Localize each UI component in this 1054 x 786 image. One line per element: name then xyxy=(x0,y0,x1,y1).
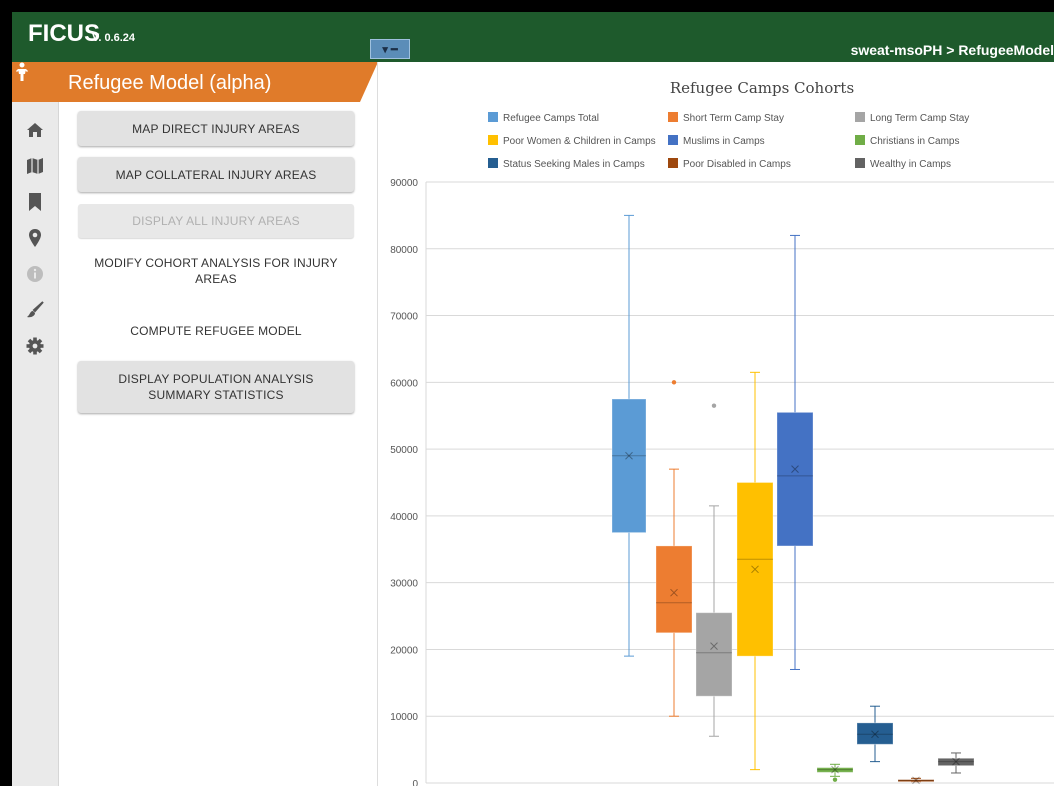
y-tick-label: 20000 xyxy=(390,645,418,656)
box xyxy=(611,398,647,534)
minus-icon: ━ xyxy=(390,43,398,56)
legend-label: Wealthy in Camps xyxy=(870,159,951,170)
legend-swatch xyxy=(668,158,678,168)
top-bar: FICUS V. 0.6.24 ▾ ━ sweat-msoPH > Refugee… xyxy=(12,12,1054,62)
collapse-panel-button[interactable]: ▾ ━ xyxy=(370,39,410,59)
outlier-point xyxy=(671,380,677,385)
legend-swatch xyxy=(668,112,678,122)
legend-label: Long Term Camp Stay xyxy=(870,113,969,124)
map-icon[interactable] xyxy=(25,156,45,176)
boxplot-chart: Refugee Camps Cohorts Refugee Camps Total… xyxy=(390,79,1054,786)
y-tick-label: 60000 xyxy=(390,378,418,389)
legend-label: Short Term Camp Stay xyxy=(683,113,784,124)
box xyxy=(695,612,733,697)
legend-label: Poor Disabled in Camps xyxy=(683,159,791,170)
legend-swatch xyxy=(855,135,865,145)
display-population-summary-button[interactable]: DISPLAY POPULATION ANALYSIS SUMMARY STAT… xyxy=(78,361,354,413)
map-direct-injury-areas-button[interactable]: MAP DIRECT INJURY AREAS xyxy=(78,111,354,146)
legend-swatch xyxy=(488,158,498,168)
y-tick-label: 30000 xyxy=(390,579,418,590)
compute-refugee-model-button[interactable]: COMPUTE REFUGEE MODEL xyxy=(78,323,354,339)
chevron-down-icon: ▾ xyxy=(382,43,388,56)
y-tick-label: 70000 xyxy=(390,312,418,323)
legend-swatch xyxy=(488,112,498,122)
box xyxy=(776,411,814,547)
chart-area: Refugee Camps Cohorts Refugee Camps Total… xyxy=(378,62,1054,786)
y-tick-label: 50000 xyxy=(390,445,418,456)
modify-cohort-analysis-button[interactable]: MODIFY COHORT ANALYSIS FOR INJURY AREAS xyxy=(78,255,354,287)
app-version: V. 0.6.24 xyxy=(92,32,136,44)
outlier-point xyxy=(832,777,838,782)
panel-header: Refugee Model (alpha) xyxy=(12,62,378,102)
refugee-model-panel: MAP DIRECT INJURY AREAS MAP COLLATERAL I… xyxy=(59,102,377,786)
y-tick-label: 80000 xyxy=(390,245,418,256)
y-tick-label: 40000 xyxy=(390,512,418,523)
box xyxy=(655,545,693,634)
icon-rail xyxy=(12,102,59,786)
legend-label: Christians in Camps xyxy=(870,136,959,147)
info-icon xyxy=(25,264,45,284)
outlier-point xyxy=(711,403,717,408)
y-tick-label: 0 xyxy=(412,779,418,786)
bookmark-icon[interactable] xyxy=(25,192,45,212)
gear-icon[interactable] xyxy=(25,336,45,356)
legend-label: Refugee Camps Total xyxy=(503,113,599,124)
home-icon[interactable] xyxy=(25,120,45,140)
legend-swatch xyxy=(668,135,678,145)
person-icon xyxy=(16,62,28,81)
legend-swatch xyxy=(855,158,865,168)
panel-title: Refugee Model (alpha) xyxy=(68,72,272,94)
legend-swatch xyxy=(855,112,865,122)
legend-label: Muslims in Camps xyxy=(683,136,765,147)
map-pin-icon[interactable] xyxy=(25,228,45,248)
y-tick-label: 90000 xyxy=(390,178,418,189)
y-tick-label: 10000 xyxy=(390,712,418,723)
display-all-injury-areas-button[interactable]: DISPLAY ALL INJURY AREAS xyxy=(78,204,354,238)
brush-icon[interactable] xyxy=(25,300,45,320)
chart-title: Refugee Camps Cohorts xyxy=(670,79,854,97)
legend-label: Status Seeking Males in Camps xyxy=(503,159,645,170)
legend-swatch xyxy=(488,135,498,145)
app-window: FICUS V. 0.6.24 ▾ ━ sweat-msoPH > Refugee… xyxy=(12,12,1054,786)
map-collateral-injury-areas-button[interactable]: MAP COLLATERAL INJURY AREAS xyxy=(78,157,354,192)
app-title: FICUS xyxy=(28,20,100,47)
breadcrumb[interactable]: sweat-msoPH > RefugeeModel xyxy=(851,42,1054,58)
legend-label: Poor Women & Children in Camps xyxy=(503,136,656,147)
